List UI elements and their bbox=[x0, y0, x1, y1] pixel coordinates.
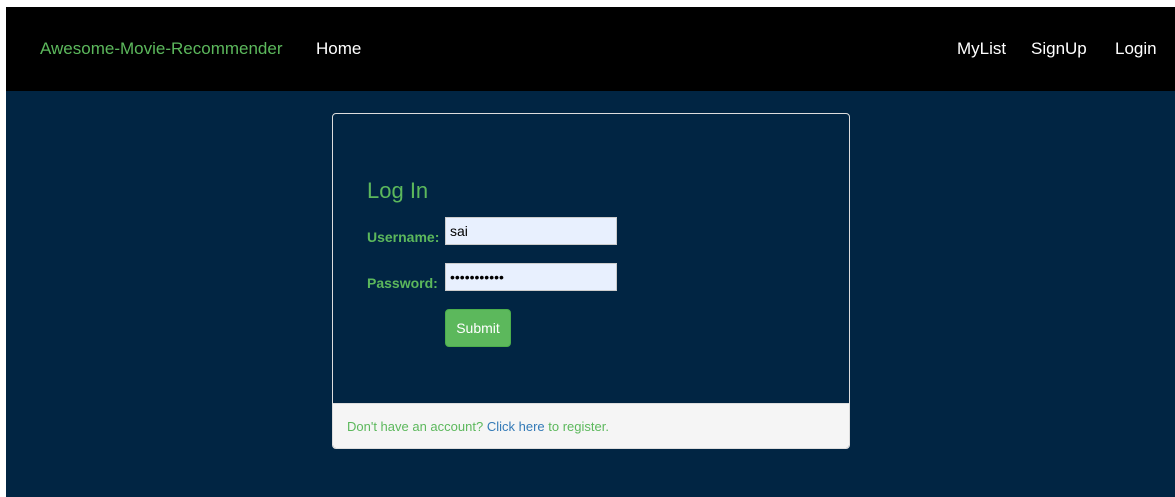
username-input[interactable] bbox=[445, 217, 617, 245]
login-card-body: Log In Username: Password: Submit bbox=[333, 114, 849, 403]
nav-mylist[interactable]: MyList bbox=[957, 39, 1006, 59]
login-card-footer: Don't have an account? Click here to reg… bbox=[333, 403, 849, 448]
footer-suffix-text: to register. bbox=[544, 419, 609, 434]
here-link[interactable]: here bbox=[519, 419, 545, 434]
login-title: Log In bbox=[367, 178, 429, 203]
footer-prefix-text: Don't have an account? bbox=[347, 419, 487, 434]
login-card: Log In Username: Password: Submit Don't … bbox=[332, 113, 850, 449]
nav-login[interactable]: Login bbox=[1115, 39, 1157, 59]
app-frame: Awesome-Movie-Recommender Home MyList Si… bbox=[6, 7, 1175, 497]
brand-link[interactable]: Awesome-Movie-Recommender bbox=[40, 39, 283, 59]
password-label: Password: bbox=[367, 275, 438, 291]
username-label: Username: bbox=[367, 229, 440, 245]
click-link[interactable]: Click bbox=[487, 419, 515, 434]
nav-home[interactable]: Home bbox=[316, 39, 361, 59]
submit-button[interactable]: Submit bbox=[445, 309, 511, 347]
password-input[interactable] bbox=[445, 263, 617, 291]
navbar: Awesome-Movie-Recommender Home MyList Si… bbox=[6, 7, 1175, 91]
nav-signup[interactable]: SignUp bbox=[1031, 39, 1087, 59]
